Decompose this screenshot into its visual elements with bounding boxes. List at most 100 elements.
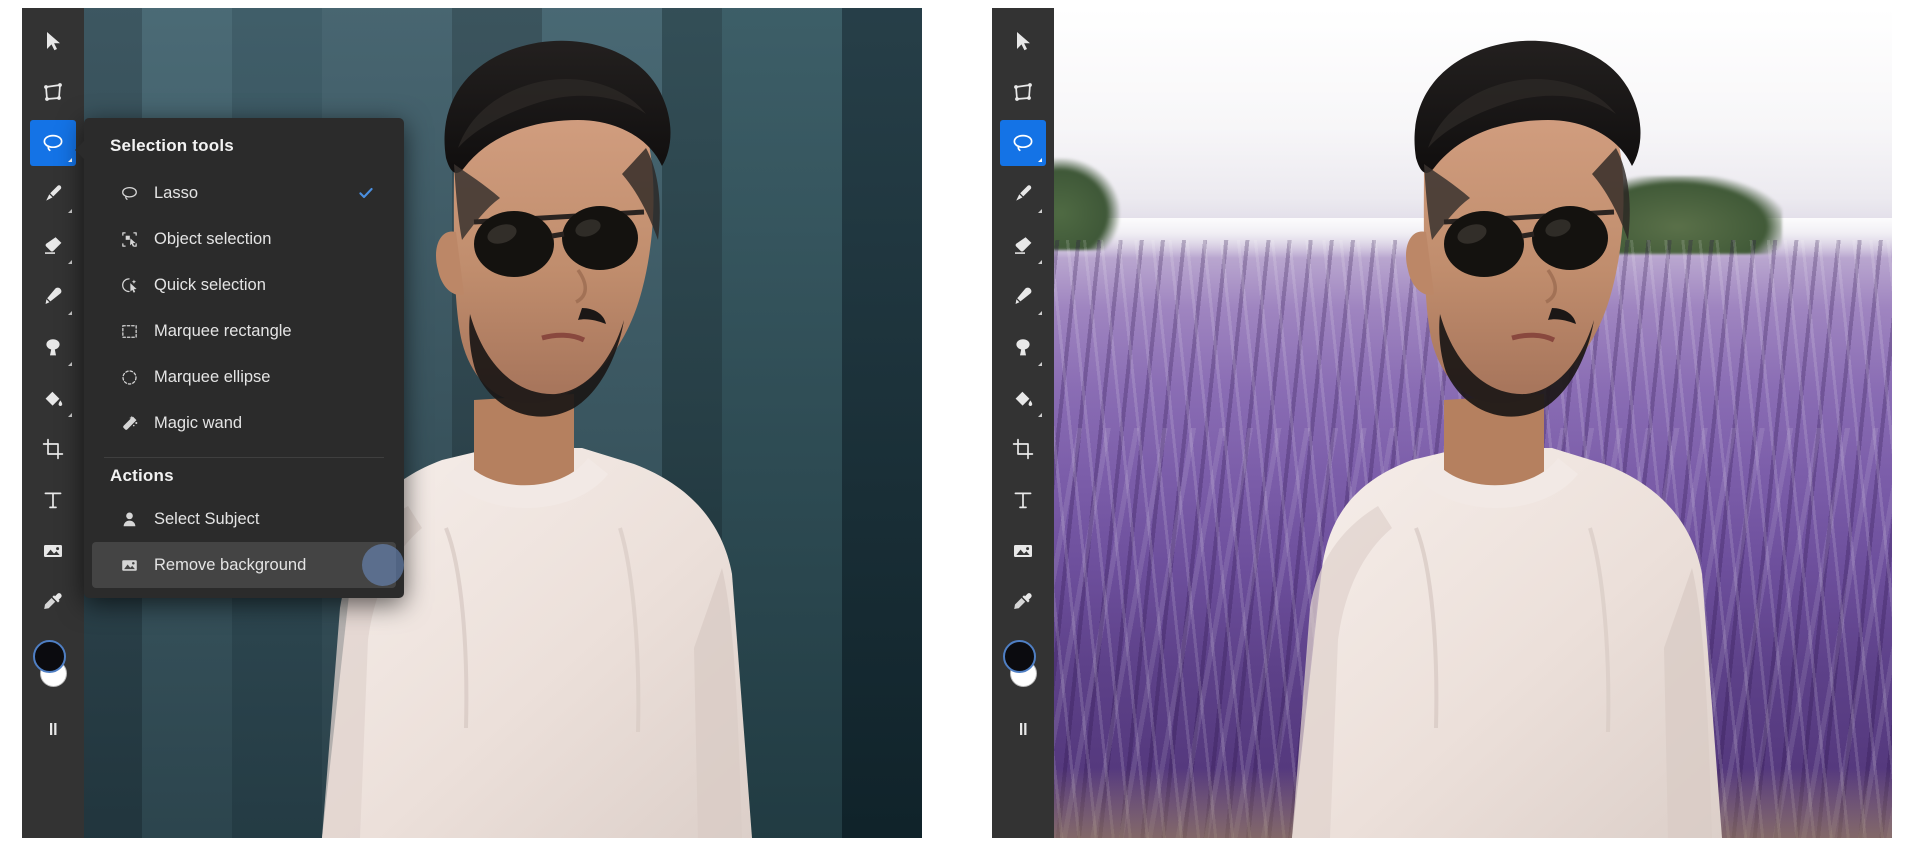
before-canvas[interactable]: Selection tools Lasso Object selection Q… <box>22 8 922 838</box>
menu-item-label: Magic wand <box>154 413 243 432</box>
cursor-arrow-icon <box>1011 29 1035 53</box>
flyout-corner-icon <box>68 158 72 162</box>
crop-tool[interactable] <box>1000 426 1046 472</box>
text-t-icon <box>1011 488 1035 512</box>
menu-item-marquee-rectangle[interactable]: Marquee rectangle <box>92 308 396 354</box>
clone-stamp-icon <box>1011 335 1035 359</box>
menu-item-quick-selection[interactable]: Quick selection <box>92 262 396 308</box>
eraser-icon <box>1011 233 1035 257</box>
foreground-color-swatch[interactable] <box>1003 640 1036 673</box>
menu-item-remove-background[interactable]: Remove background <box>92 542 404 588</box>
flyout-corner-icon <box>68 311 72 315</box>
checkmark-icon <box>358 185 374 201</box>
menu-item-label: Remove background <box>154 555 307 574</box>
marquee-ellipse-icon <box>118 366 140 388</box>
eraser-tool[interactable] <box>30 222 76 268</box>
image-icon <box>118 554 140 576</box>
eraser-icon <box>41 233 65 257</box>
move-tool[interactable] <box>30 18 76 64</box>
menu-item-marquee-ellipse[interactable]: Marquee ellipse <box>92 354 396 400</box>
text-tool[interactable] <box>30 477 76 523</box>
eyedropper-tool[interactable] <box>1000 579 1046 625</box>
object-selection-icon <box>118 228 140 250</box>
eyedropper-icon <box>41 590 65 614</box>
menu-item-label: Quick selection <box>154 275 266 294</box>
menu-item-select-subject[interactable]: Select Subject <box>92 496 396 542</box>
swap-colors-icon <box>44 720 62 738</box>
menu-item-label: Lasso <box>154 183 199 202</box>
color-swatches[interactable] <box>1000 640 1046 706</box>
cursor-arrow-icon <box>41 29 65 53</box>
actions-heading: Actions <box>110 466 174 485</box>
healing-brush-icon <box>41 284 65 308</box>
swap-colors-button[interactable] <box>1000 706 1046 752</box>
crop-tool[interactable] <box>30 426 76 472</box>
transform-tool[interactable] <box>1000 69 1046 115</box>
place-image-tool[interactable] <box>30 528 76 574</box>
eyedropper-icon <box>1011 590 1035 614</box>
flyout-corner-icon <box>68 209 72 213</box>
brush-tool[interactable] <box>1000 171 1046 217</box>
transform-tool[interactable] <box>30 69 76 115</box>
paint-bucket-tool[interactable] <box>30 375 76 421</box>
text-tool[interactable] <box>1000 477 1046 523</box>
quick-selection-icon <box>118 274 140 296</box>
transform-icon <box>1011 80 1035 104</box>
flyout-corner-icon <box>1038 158 1042 162</box>
clone-stamp-tool[interactable] <box>30 324 76 370</box>
text-t-icon <box>41 488 65 512</box>
eyedropper-tool[interactable] <box>30 579 76 625</box>
foreground-color-swatch[interactable] <box>33 640 66 673</box>
flyout-corner-icon <box>1038 311 1042 315</box>
healing-brush-icon <box>1011 284 1035 308</box>
flyout-corner-icon <box>68 413 72 417</box>
flyout-corner-icon <box>1038 362 1042 366</box>
clone-stamp-icon <box>41 335 65 359</box>
paint-bucket-tool[interactable] <box>1000 375 1046 421</box>
tools-toolbar <box>992 8 1054 838</box>
clone-stamp-tool[interactable] <box>1000 324 1046 370</box>
after-canvas[interactable] <box>992 8 1892 838</box>
before-panel: Selection tools Lasso Object selection Q… <box>22 8 922 838</box>
flyout-corner-icon <box>68 260 72 264</box>
flyout-heading: Selection tools <box>110 136 234 155</box>
tools-toolbar <box>22 8 84 838</box>
transform-icon <box>41 80 65 104</box>
menu-divider <box>104 457 384 458</box>
crop-icon <box>1011 437 1035 461</box>
menu-item-lasso[interactable]: Lasso <box>92 170 396 216</box>
paintbrush-icon <box>41 182 65 206</box>
image-icon <box>1011 539 1035 563</box>
lasso-selection-tool[interactable] <box>1000 120 1046 166</box>
lasso-icon <box>118 182 140 204</box>
swap-colors-icon <box>1014 720 1032 738</box>
color-swatches[interactable] <box>30 640 76 706</box>
flyout-corner-icon <box>1038 260 1042 264</box>
flyout-corner-icon <box>1038 209 1042 213</box>
mouse-cursor-indicator <box>362 544 404 586</box>
marquee-rectangle-icon <box>118 320 140 342</box>
menu-item-object-selection[interactable]: Object selection <box>92 216 396 262</box>
image-icon <box>41 539 65 563</box>
flyout-corner-icon <box>1038 413 1042 417</box>
place-image-tool[interactable] <box>1000 528 1046 574</box>
brush-tool[interactable] <box>30 171 76 217</box>
lasso-selection-tool[interactable] <box>30 120 76 166</box>
eraser-tool[interactable] <box>1000 222 1046 268</box>
move-tool[interactable] <box>1000 18 1046 64</box>
menu-item-magic-wand[interactable]: Magic wand <box>92 400 396 446</box>
healing-tool[interactable] <box>1000 273 1046 319</box>
menu-item-label: Object selection <box>154 229 272 248</box>
flyout-corner-icon <box>68 362 72 366</box>
menu-item-label: Marquee rectangle <box>154 321 292 340</box>
lasso-icon <box>1011 131 1035 155</box>
selection-tools-flyout-menu: Selection tools Lasso Object selection Q… <box>75 118 404 598</box>
menu-item-label: Select Subject <box>154 509 260 528</box>
after-panel <box>992 8 1892 838</box>
crop-icon <box>41 437 65 461</box>
comparison-stage: Selection tools Lasso Object selection Q… <box>0 0 1920 850</box>
swap-colors-button[interactable] <box>30 706 76 752</box>
magic-wand-icon <box>118 412 140 434</box>
person-icon <box>118 508 140 530</box>
healing-tool[interactable] <box>30 273 76 319</box>
